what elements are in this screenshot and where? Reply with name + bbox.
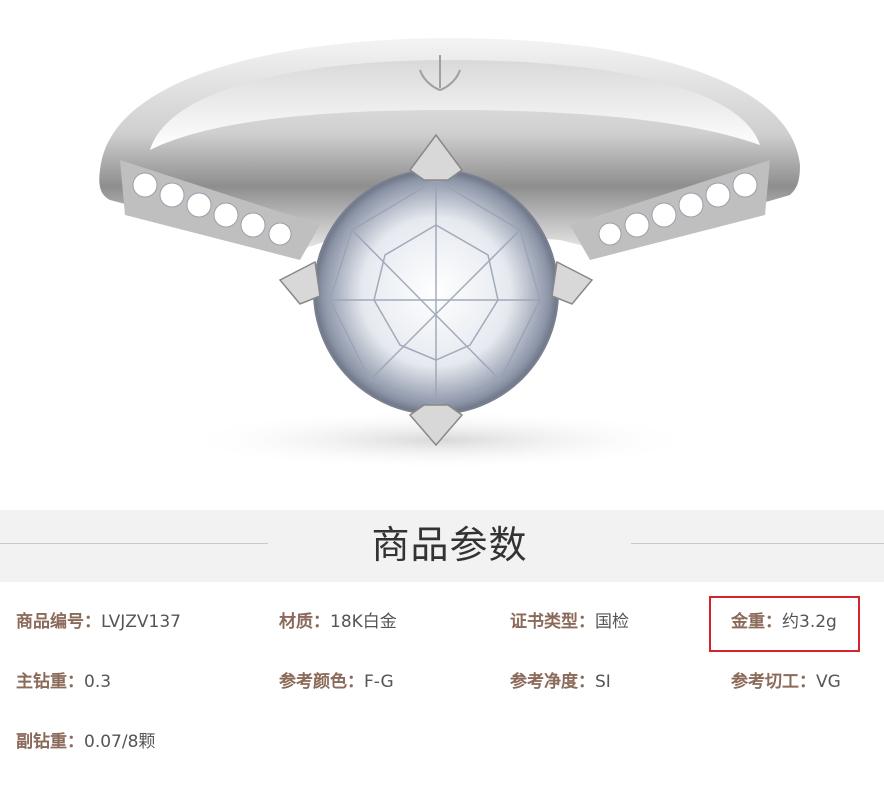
param-separator: ：	[578, 672, 595, 692]
param-item-cut: 参考切工：VG	[731, 670, 841, 694]
param-label: 材质	[279, 612, 313, 632]
param-label: 商品编号	[16, 612, 84, 632]
param-label: 主钻重	[16, 672, 67, 692]
param-separator: ：	[578, 612, 595, 632]
param-item-material: 材质：18K白金	[279, 610, 397, 634]
header-divider-left	[0, 543, 268, 544]
param-item-main-diamond: 主钻重：0.3	[16, 670, 111, 694]
param-item-clarity: 参考净度：SI	[510, 670, 611, 694]
product-params: 商品编号：LVJZV137 材质：18K白金 证书类型：国检 金重：约3.2g …	[0, 590, 884, 786]
param-value: SI	[595, 672, 611, 692]
param-separator: ：	[799, 672, 816, 692]
param-value: 0.3	[84, 672, 112, 692]
param-item-side-diamond: 副钻重：0.07/8颗	[16, 730, 155, 754]
param-separator: ：	[347, 672, 364, 692]
param-separator: ：	[313, 612, 330, 632]
param-value: LVJZV137	[101, 612, 181, 632]
param-label: 证书类型	[510, 612, 578, 632]
param-value: 国检	[595, 612, 629, 632]
param-separator: ：	[84, 612, 101, 632]
param-separator: ：	[67, 732, 84, 752]
param-label: 参考净度	[510, 672, 578, 692]
param-label: 参考切工	[731, 672, 799, 692]
param-value: F-G	[364, 672, 394, 692]
section-header: 商品参数	[0, 510, 884, 582]
ring-illustration	[99, 38, 801, 470]
param-value: VG	[816, 672, 841, 692]
product-image	[0, 0, 884, 500]
param-value: 18K白金	[330, 612, 397, 632]
section-title: 商品参数	[371, 523, 528, 567]
param-separator: ：	[67, 672, 84, 692]
param-item-color: 参考颜色：F-G	[279, 670, 394, 694]
param-item-certificate: 证书类型：国检	[510, 610, 629, 634]
param-label: 参考颜色	[279, 672, 347, 692]
param-value: 0.07/8颗	[84, 732, 156, 752]
param-item-product-code: 商品编号：LVJZV137	[16, 610, 181, 634]
header-divider-right	[631, 543, 884, 544]
param-label: 副钻重	[16, 732, 67, 752]
highlight-box	[709, 596, 860, 652]
